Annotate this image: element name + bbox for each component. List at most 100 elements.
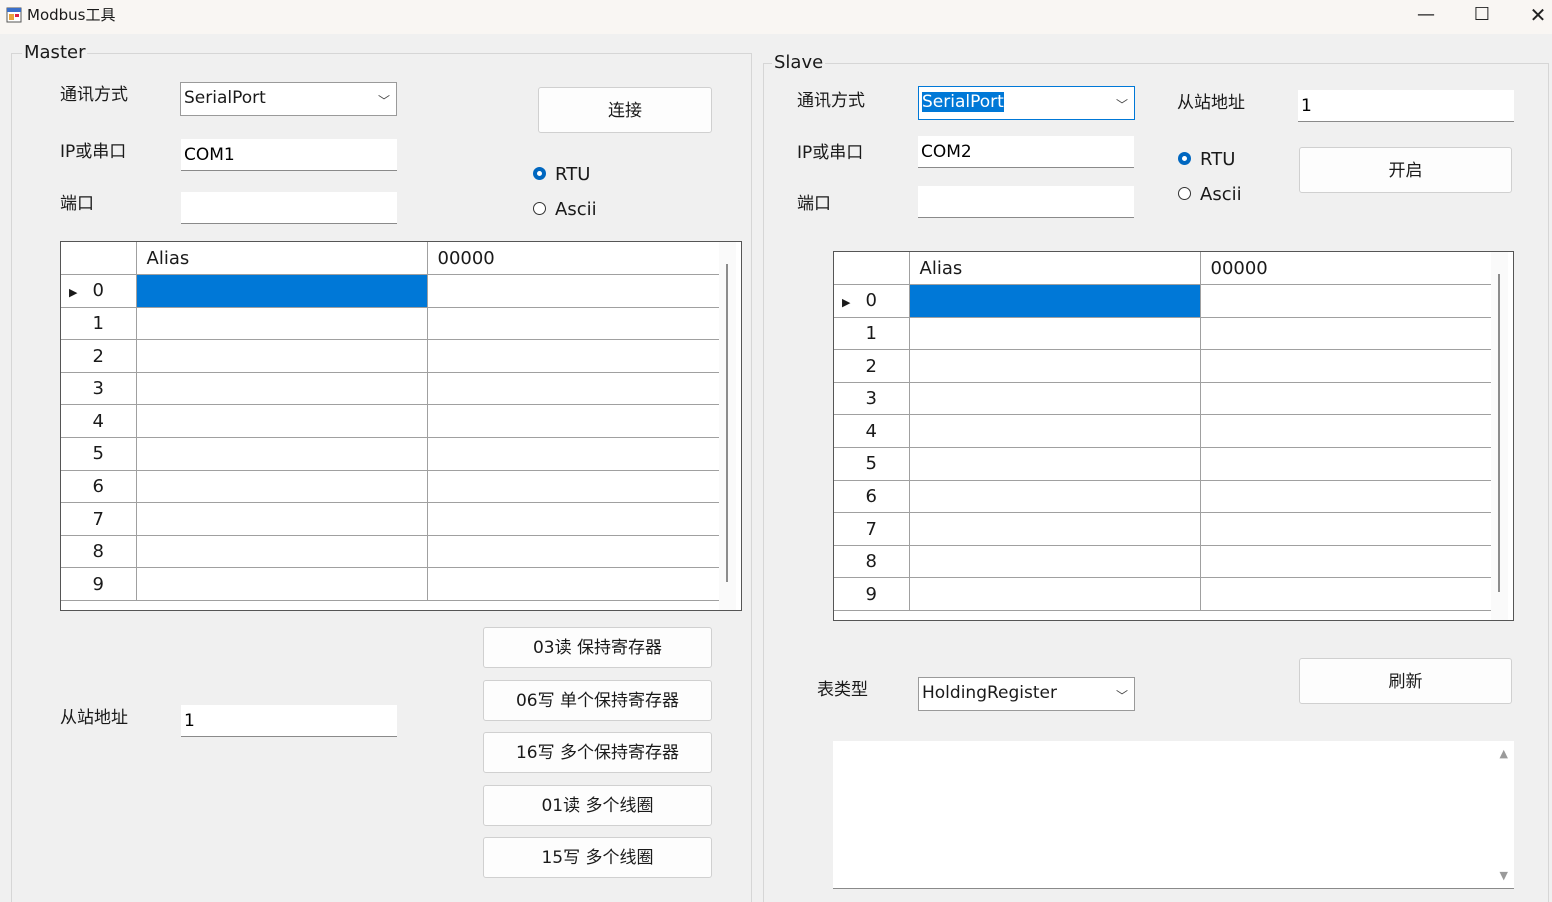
grid-cell[interactable]: [908, 349, 1201, 383]
grid-header-alias[interactable]: Alias: [135, 242, 428, 276]
row-header[interactable]: 8: [61, 534, 137, 569]
row-header[interactable]: 8: [834, 544, 910, 579]
table-type-select[interactable]: HoldingRegister ﹀: [918, 677, 1135, 711]
row-header[interactable]: 6: [834, 479, 910, 514]
table-row[interactable]: 1: [61, 306, 720, 341]
scroll-up-icon[interactable]: ▲: [1500, 747, 1508, 760]
master-grid-scrollbar[interactable]: [719, 242, 736, 610]
row-header[interactable]: 2: [61, 339, 137, 373]
grid-cell[interactable]: [426, 437, 720, 471]
grid-cell[interactable]: [135, 339, 428, 373]
grid-cell[interactable]: [1199, 447, 1492, 481]
row-header[interactable]: ▶ 0: [834, 284, 910, 318]
table-row[interactable]: 2: [61, 339, 720, 373]
grid-cell[interactable]: [426, 404, 720, 439]
grid-cell[interactable]: [908, 479, 1201, 514]
master-port-input[interactable]: [181, 192, 397, 224]
write-multiple-registers-button[interactable]: 16写 多个保持寄存器: [483, 732, 712, 773]
row-header[interactable]: 4: [834, 414, 910, 449]
log-scrollbar[interactable]: ▲ ▼: [1492, 741, 1514, 888]
slave-ip-input[interactable]: [918, 136, 1134, 168]
grid-header-value[interactable]: 00000: [426, 242, 720, 276]
grid-cell[interactable]: [426, 502, 720, 536]
row-header[interactable]: 9: [834, 577, 910, 612]
table-row[interactable]: 7: [61, 502, 720, 536]
grid-cell[interactable]: [1199, 479, 1492, 514]
table-row[interactable]: 7: [834, 512, 1492, 546]
slave-radio-rtu[interactable]: RTU: [1178, 149, 1235, 171]
grid-cell[interactable]: [426, 306, 720, 341]
slave-addr-input[interactable]: [1298, 90, 1514, 122]
grid-cell[interactable]: [426, 534, 720, 569]
row-header[interactable]: 7: [61, 502, 137, 536]
connect-button[interactable]: 连接: [538, 87, 712, 133]
maximize-button[interactable]: ☐: [1454, 0, 1510, 30]
grid-cell[interactable]: [1199, 414, 1492, 449]
grid-cell[interactable]: [908, 577, 1201, 612]
grid-cell[interactable]: [1199, 316, 1492, 351]
grid-cell[interactable]: [426, 371, 720, 406]
write-single-register-button[interactable]: 06写 单个保持寄存器: [483, 680, 712, 721]
scrollbar-thumb[interactable]: [1498, 274, 1500, 592]
grid-cell[interactable]: [426, 567, 720, 602]
row-header[interactable]: 5: [834, 447, 910, 481]
slave-grid-scrollbar[interactable]: [1491, 252, 1508, 620]
grid-cell[interactable]: [908, 284, 1201, 318]
slave-port-input[interactable]: [918, 186, 1134, 218]
table-row[interactable]: 4: [61, 404, 720, 439]
grid-cell[interactable]: [426, 339, 720, 373]
grid-cell[interactable]: [1199, 512, 1492, 546]
slave-comm-select[interactable]: SerialPort ﹀: [918, 86, 1135, 120]
row-header[interactable]: 1: [834, 316, 910, 351]
grid-cell[interactable]: [908, 544, 1201, 579]
master-comm-select[interactable]: SerialPort ﹀: [180, 82, 397, 116]
table-row[interactable]: 2: [834, 349, 1492, 383]
grid-cell[interactable]: [426, 274, 720, 308]
row-header[interactable]: 3: [834, 381, 910, 416]
refresh-button[interactable]: 刷新: [1299, 658, 1512, 704]
table-row[interactable]: 3: [61, 371, 720, 406]
grid-cell[interactable]: [135, 534, 428, 569]
row-header[interactable]: 1: [61, 306, 137, 341]
row-header[interactable]: 3: [61, 371, 137, 406]
row-header[interactable]: 6: [61, 469, 137, 504]
master-ip-input[interactable]: [181, 139, 397, 171]
master-slave-addr-input[interactable]: [181, 705, 397, 737]
read-holding-registers-button[interactable]: 03读 保持寄存器: [483, 627, 712, 668]
table-row[interactable]: 1: [834, 316, 1492, 351]
master-data-grid[interactable]: Alias 00000 ▶ 0 1 2 3 4 5 6 7 8 9: [60, 241, 742, 611]
master-radio-rtu[interactable]: RTU: [533, 164, 590, 186]
slave-log-textbox[interactable]: ▲ ▼: [833, 741, 1514, 889]
grid-cell[interactable]: [908, 316, 1201, 351]
grid-header-alias[interactable]: Alias: [908, 252, 1201, 286]
table-row[interactable]: 8: [61, 534, 720, 569]
scroll-down-icon[interactable]: ▼: [1500, 869, 1508, 882]
table-row[interactable]: ▶ 0: [834, 284, 1492, 318]
minimize-button[interactable]: —: [1398, 0, 1454, 30]
grid-corner-header[interactable]: [61, 242, 137, 276]
grid-cell[interactable]: [908, 447, 1201, 481]
close-button[interactable]: ✕: [1510, 0, 1552, 30]
table-row[interactable]: 6: [61, 469, 720, 504]
write-coils-button[interactable]: 15写 多个线圈: [483, 837, 712, 878]
table-row[interactable]: 8: [834, 544, 1492, 579]
grid-cell[interactable]: [908, 414, 1201, 449]
grid-cell[interactable]: [135, 371, 428, 406]
grid-cell[interactable]: [908, 381, 1201, 416]
slave-radio-ascii[interactable]: Ascii: [1178, 184, 1242, 206]
grid-header-value[interactable]: 00000: [1199, 252, 1492, 286]
grid-cell[interactable]: [135, 502, 428, 536]
grid-cell[interactable]: [1199, 577, 1492, 612]
row-header[interactable]: 2: [834, 349, 910, 383]
table-row[interactable]: ▶ 0: [61, 274, 720, 308]
row-header[interactable]: ▶ 0: [61, 274, 137, 308]
grid-corner-header[interactable]: [834, 252, 910, 286]
row-header[interactable]: 5: [61, 437, 137, 471]
table-row[interactable]: 4: [834, 414, 1492, 449]
master-radio-ascii[interactable]: Ascii: [533, 199, 597, 221]
table-row[interactable]: 6: [834, 479, 1492, 514]
grid-cell[interactable]: [1199, 544, 1492, 579]
grid-cell[interactable]: [908, 512, 1201, 546]
grid-cell[interactable]: [1199, 381, 1492, 416]
read-coils-button[interactable]: 01读 多个线圈: [483, 785, 712, 826]
